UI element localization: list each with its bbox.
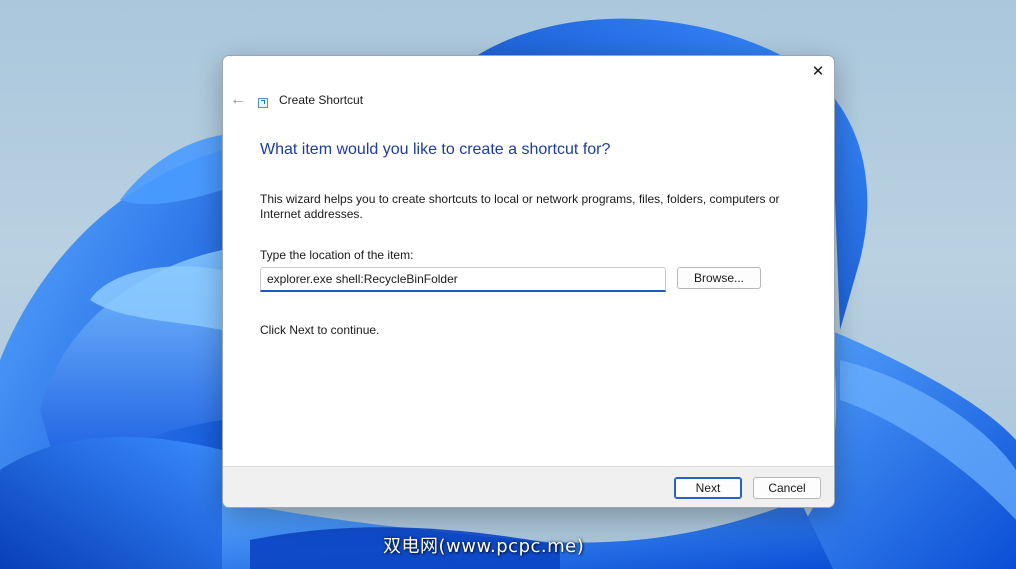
shortcut-icon: [258, 98, 268, 108]
close-button[interactable]: ✕: [802, 56, 834, 86]
back-button[interactable]: ←: [228, 90, 248, 110]
create-shortcut-dialog: ✕ ← Create Shortcut What item would you …: [222, 55, 835, 508]
continue-instruction: Click Next to continue.: [260, 323, 380, 337]
next-button[interactable]: Next: [674, 477, 742, 499]
cancel-button[interactable]: Cancel: [753, 477, 821, 499]
dialog-footer: Next Cancel: [223, 466, 834, 507]
close-icon: ✕: [811, 63, 825, 80]
site-watermark: 双电网(www.pcpc.me): [383, 536, 585, 557]
location-input[interactable]: [260, 267, 666, 292]
wizard-heading: What item would you like to create a sho…: [260, 141, 611, 158]
dialog-title: Create Shortcut: [279, 93, 364, 107]
location-label: Type the location of the item:: [260, 248, 414, 262]
arrow-left-icon: ←: [230, 91, 246, 108]
wizard-description: This wizard helps you to create shortcut…: [260, 192, 780, 221]
browse-button[interactable]: Browse...: [677, 267, 761, 289]
